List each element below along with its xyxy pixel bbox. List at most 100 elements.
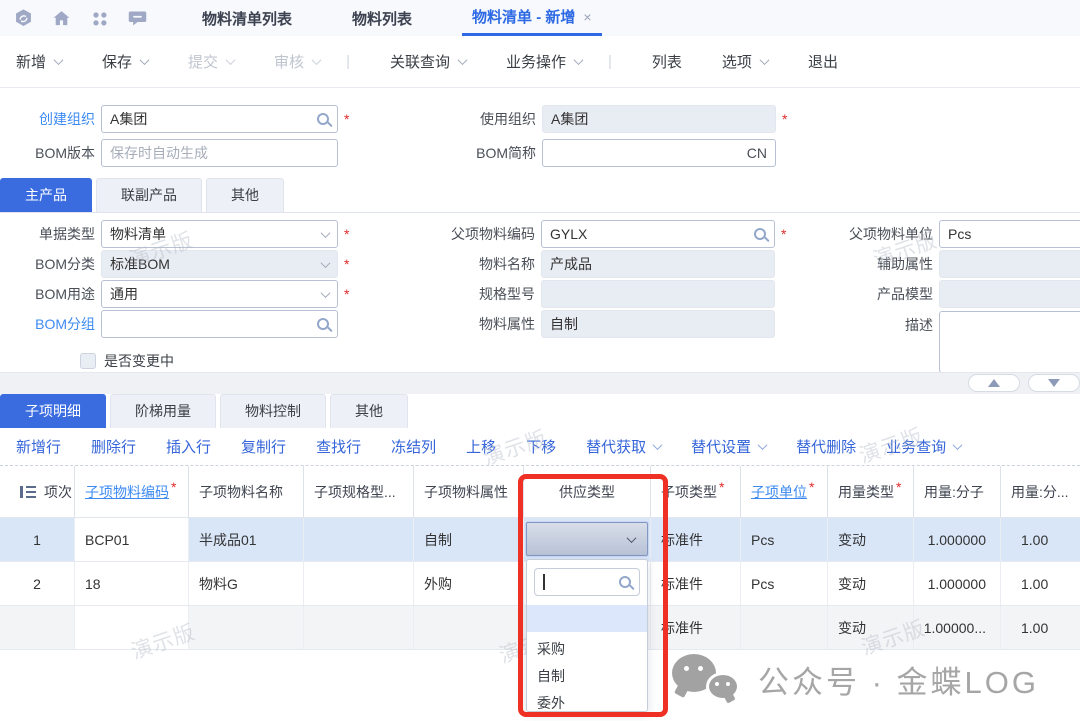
message-icon[interactable] bbox=[126, 7, 148, 29]
options-button[interactable]: 选项 bbox=[722, 51, 768, 72]
tab-main-product[interactable]: 主产品 bbox=[0, 178, 92, 212]
column-header-code[interactable]: 子项物料编码* bbox=[74, 466, 188, 517]
button-label: 替代设置 bbox=[691, 436, 751, 457]
business-operation-button[interactable]: 业务操作 bbox=[506, 51, 582, 72]
cell-attr: 外购 bbox=[413, 562, 523, 605]
exit-button[interactable]: 退出 bbox=[808, 51, 838, 72]
column-header-spec[interactable]: 子项规格型... bbox=[303, 466, 413, 517]
column-header-denominator[interactable]: 用量:分... bbox=[1000, 466, 1080, 517]
submit-button: 提交 bbox=[188, 51, 234, 72]
column-header-numerator[interactable]: 用量:分子 bbox=[913, 466, 1000, 517]
dropdown-option-purchase[interactable]: 采购 bbox=[527, 636, 647, 663]
copy-row-button[interactable]: 复制行 bbox=[241, 436, 286, 457]
delete-row-button[interactable]: 删除行 bbox=[91, 436, 136, 457]
parent-unit-value: Pcs bbox=[948, 226, 971, 242]
wechat-icon bbox=[668, 650, 748, 708]
cell-code[interactable]: 18 bbox=[74, 562, 188, 605]
product-model-label[interactable]: 产品模型 bbox=[785, 284, 933, 304]
tab-bom-list[interactable]: 物料清单列表 bbox=[192, 0, 302, 36]
column-label: 子项物料编码 bbox=[85, 482, 169, 502]
freeze-column-button[interactable]: 冻结列 bbox=[391, 436, 436, 457]
related-query-button[interactable]: 关联查询 bbox=[390, 51, 466, 72]
cell-unit: Pcs bbox=[740, 518, 827, 561]
home-icon[interactable] bbox=[50, 7, 72, 29]
tab-co-product[interactable]: 联副产品 bbox=[96, 178, 202, 212]
collapse-down-button[interactable] bbox=[1028, 374, 1080, 392]
column-header-unit[interactable]: 子项单位* bbox=[740, 466, 827, 517]
create-org-input[interactable]: A集团 bbox=[101, 105, 338, 133]
search-icon[interactable] bbox=[754, 228, 766, 240]
substitute-set-button[interactable]: 替代设置 bbox=[691, 436, 766, 457]
dropdown-search-input[interactable] bbox=[534, 568, 640, 596]
tab-step-usage[interactable]: 阶梯用量 bbox=[110, 394, 216, 428]
close-icon[interactable]: × bbox=[583, 9, 591, 25]
dropdown-option-blank[interactable] bbox=[527, 605, 647, 632]
substitute-get-button[interactable]: 替代获取 bbox=[586, 436, 661, 457]
sync-icon[interactable] bbox=[12, 7, 34, 29]
tab-child-detail[interactable]: 子项明细 bbox=[0, 394, 106, 428]
use-org-label[interactable]: 使用组织 bbox=[354, 109, 536, 129]
grid-header-row: 项次 子项物料编码* 子项物料名称 子项规格型... 子项物料属性 供应类型 子… bbox=[0, 466, 1080, 518]
button-label: 列表 bbox=[652, 51, 682, 72]
cell-code[interactable] bbox=[74, 606, 188, 649]
parent-code-label[interactable]: 父项物料编码 bbox=[353, 224, 535, 244]
dropdown-option-outsource[interactable]: 委外 bbox=[527, 690, 647, 717]
search-icon[interactable] bbox=[317, 113, 329, 125]
business-query-button[interactable]: 业务查询 bbox=[886, 436, 961, 457]
column-header-supply[interactable]: 供应类型 bbox=[523, 466, 650, 517]
field-row: 创建组织 A集团 * 使用组织 A集团 * bbox=[0, 104, 1080, 134]
bom-group-label[interactable]: BOM分组 bbox=[0, 314, 95, 334]
cell-seq: 1 bbox=[0, 518, 74, 561]
save-button[interactable]: 保存 bbox=[102, 51, 148, 72]
parent-code-input[interactable]: GYLX bbox=[541, 220, 775, 248]
column-header-attr[interactable]: 子项物料属性 bbox=[413, 466, 523, 517]
list-button[interactable]: 列表 bbox=[652, 51, 682, 72]
tab-bom-new[interactable]: 物料清单 - 新增 × bbox=[462, 0, 602, 36]
description-textarea[interactable] bbox=[939, 311, 1080, 373]
supply-type-select[interactable] bbox=[526, 522, 648, 556]
column-header-type[interactable]: 子项类型* bbox=[650, 466, 740, 517]
apps-icon[interactable] bbox=[88, 7, 110, 29]
header-fields: 创建组织 A集团 * 使用组织 A集团 * BOM版本 保存时自动生成 BOM简… bbox=[0, 88, 1080, 178]
chevron-down-icon bbox=[758, 440, 768, 450]
doc-type-select[interactable]: 物料清单 bbox=[101, 220, 338, 248]
bom-version-input[interactable]: 保存时自动生成 bbox=[101, 139, 338, 167]
bom-usage-value: 通用 bbox=[110, 284, 138, 304]
tab-detail-other[interactable]: 其他 bbox=[330, 394, 408, 428]
column-header-usage-type[interactable]: 用量类型* bbox=[827, 466, 913, 517]
move-up-button[interactable]: 上移 bbox=[466, 436, 496, 457]
move-down-button[interactable]: 下移 bbox=[526, 436, 556, 457]
chevron-down-icon bbox=[226, 55, 236, 65]
changing-checkbox[interactable] bbox=[80, 353, 96, 369]
dropdown-option-selfmade[interactable]: 自制 bbox=[527, 663, 647, 690]
form-column-1: 单据类型 物料清单 * BOM分类 标准BOM * BOM用途 通用 * BOM… bbox=[0, 219, 360, 371]
substitute-delete-button[interactable]: 替代删除 bbox=[796, 436, 856, 457]
triangle-up-icon bbox=[988, 379, 1000, 387]
bom-group-input[interactable] bbox=[101, 310, 338, 338]
aux-attr-input bbox=[939, 250, 1080, 278]
bom-category-value: 标准BOM bbox=[110, 254, 170, 274]
tab-label: 物料列表 bbox=[352, 8, 412, 29]
find-row-button[interactable]: 查找行 bbox=[316, 436, 361, 457]
insert-row-button[interactable]: 插入行 bbox=[166, 436, 211, 457]
column-header-name[interactable]: 子项物料名称 bbox=[188, 466, 303, 517]
bom-short-input[interactable]: CN bbox=[542, 139, 776, 167]
collapse-up-button[interactable] bbox=[968, 374, 1020, 392]
new-button[interactable]: 新增 bbox=[16, 51, 62, 72]
column-header-seq[interactable]: 项次 bbox=[0, 466, 74, 517]
tab-other[interactable]: 其他 bbox=[206, 178, 284, 212]
bom-version-placeholder: 保存时自动生成 bbox=[110, 143, 208, 163]
chevron-down-icon bbox=[458, 55, 468, 65]
cell-code[interactable]: BCP01 bbox=[74, 518, 188, 561]
parent-unit-input[interactable]: Pcs bbox=[939, 220, 1080, 248]
add-row-button[interactable]: 新增行 bbox=[16, 436, 61, 457]
create-org-label[interactable]: 创建组织 bbox=[0, 109, 95, 129]
tab-material-list[interactable]: 物料列表 bbox=[342, 0, 422, 36]
text-cursor bbox=[543, 574, 545, 590]
search-icon[interactable] bbox=[317, 318, 329, 330]
parent-unit-label[interactable]: 父项物料单位 bbox=[785, 224, 933, 244]
tab-material-control[interactable]: 物料控制 bbox=[220, 394, 326, 428]
chevron-down-icon bbox=[321, 228, 331, 238]
column-label: 供应类型 bbox=[559, 482, 615, 502]
bom-usage-select[interactable]: 通用 bbox=[101, 280, 338, 308]
